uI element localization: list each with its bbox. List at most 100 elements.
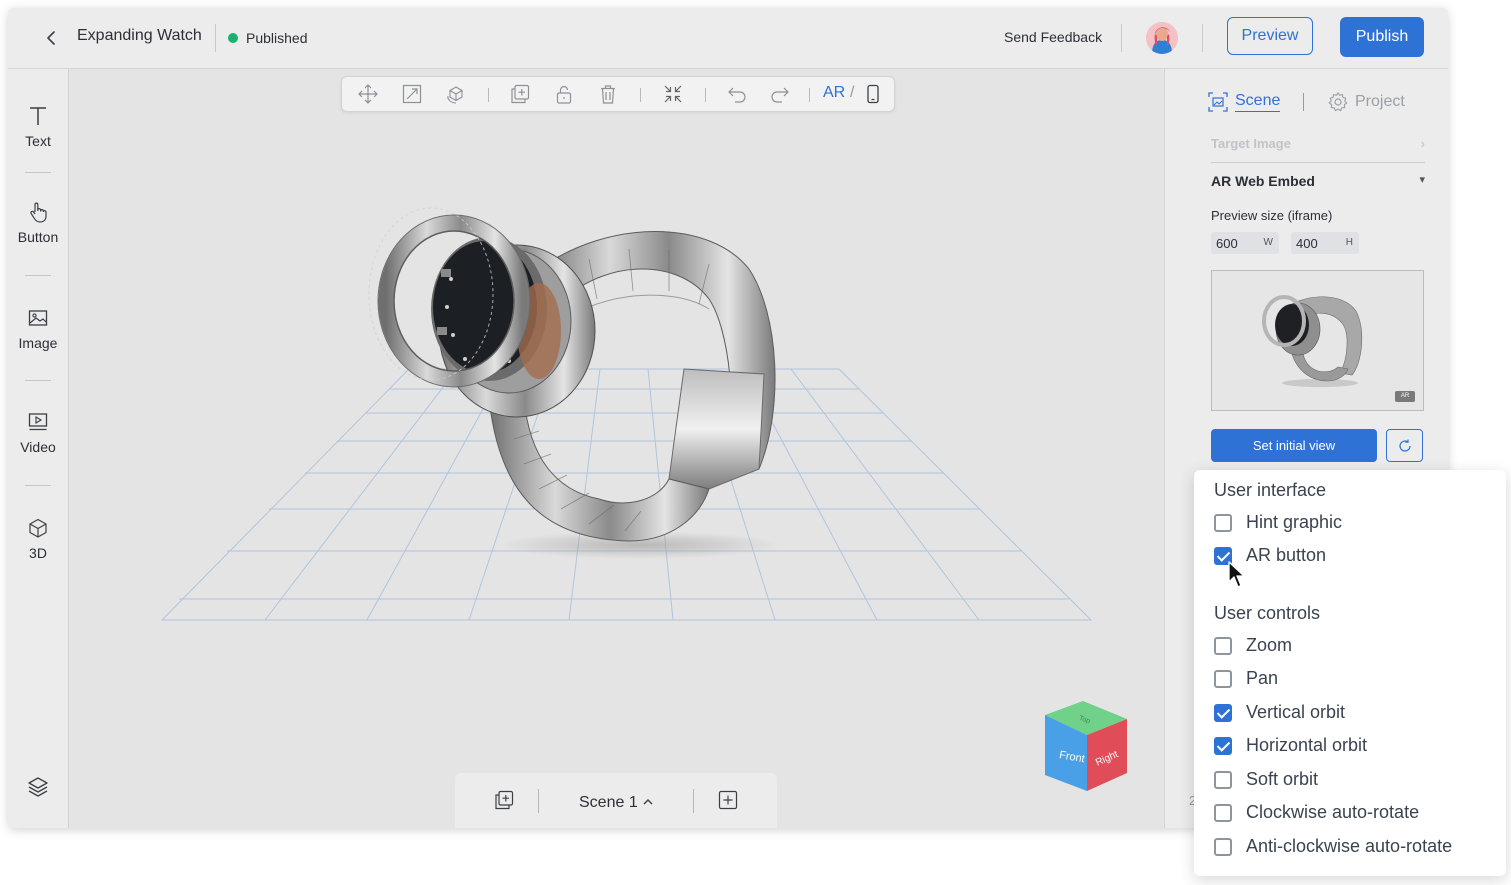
ar-web-embed-section[interactable]: AR Web Embed ▾	[1211, 173, 1425, 189]
scene-selector[interactable]: Scene 1	[579, 794, 638, 812]
duplicate-scene-icon[interactable]	[493, 789, 515, 811]
lock-icon[interactable]	[553, 83, 575, 105]
width-unit: W	[1263, 237, 1273, 248]
rail-divider	[25, 380, 51, 381]
option-label: Clockwise auto-rotate	[1246, 802, 1420, 822]
gear-icon	[1328, 92, 1348, 112]
tool-button[interactable]: Button	[8, 201, 68, 245]
pan-checkbox[interactable]	[1214, 669, 1232, 688]
cube-icon	[29, 518, 47, 538]
video-icon	[28, 413, 48, 431]
target-image-row[interactable]: Target Image ›	[1211, 136, 1425, 151]
phone-icon[interactable]	[862, 83, 884, 105]
tab-project-label: Project	[1355, 93, 1405, 110]
width-field[interactable]: W	[1211, 232, 1279, 254]
option-label: Zoom	[1246, 635, 1293, 655]
ground-grid	[160, 368, 1093, 621]
tool-rail: Text Button Image Video 3D	[8, 69, 69, 828]
chevron-right-icon: ›	[1420, 136, 1425, 151]
chevron-left-icon[interactable]	[42, 28, 62, 48]
panel-divider	[1211, 162, 1425, 163]
header-divider	[1202, 24, 1203, 52]
embed-preview-thumbnail: AR	[1211, 270, 1424, 411]
scenebar-divider	[538, 789, 539, 813]
mouse-cursor-icon	[1228, 561, 1245, 588]
option-label: Soft orbit	[1246, 769, 1319, 789]
tab-project[interactable]: Project	[1327, 91, 1405, 113]
scene-switcher: Scene 1	[455, 773, 777, 828]
target-image-label: Target Image	[1211, 136, 1291, 151]
publish-button[interactable]: Publish	[1340, 17, 1424, 57]
height-input[interactable]	[1296, 234, 1336, 252]
tool-3d[interactable]: 3D	[8, 517, 68, 561]
vertical-orbit-checkbox[interactable]	[1214, 703, 1232, 722]
tool-text[interactable]: Text	[8, 105, 68, 149]
image-icon	[28, 310, 48, 326]
anti-clockwise-auto-rotate-checkbox[interactable]	[1214, 837, 1232, 856]
tab-scene[interactable]: Scene	[1207, 91, 1281, 113]
hint-graphic-checkbox[interactable]	[1214, 513, 1232, 532]
project-title[interactable]: Expanding Watch	[77, 27, 202, 45]
viewer-options-card: User interface Hint graphic AR button Us…	[1194, 470, 1506, 876]
option-label: Horizontal orbit	[1246, 735, 1368, 755]
soft-orbit-checkbox[interactable]	[1214, 770, 1232, 789]
chevron-up-icon[interactable]	[642, 796, 654, 808]
undo-icon[interactable]	[726, 83, 748, 105]
tool-label: 3D	[29, 545, 47, 561]
scale-icon[interactable]	[401, 83, 423, 105]
option-clockwise-auto-rotate[interactable]: Clockwise auto-rotate	[1214, 802, 1419, 823]
preview-button[interactable]: Preview	[1227, 17, 1313, 55]
collapse-icon[interactable]	[662, 83, 684, 105]
toolbar-divider	[488, 88, 489, 102]
option-soft-orbit[interactable]: Soft orbit	[1214, 769, 1318, 790]
chevron-down-icon: ▾	[1419, 174, 1425, 186]
hand-pointer-icon	[30, 202, 47, 223]
top-header: Expanding Watch Published Send Feedback …	[8, 8, 1448, 69]
height-field[interactable]: H	[1291, 232, 1359, 254]
ar-badge: AR	[1395, 391, 1415, 402]
watch-model	[368, 207, 776, 542]
zoom-checkbox[interactable]	[1214, 636, 1232, 655]
option-vertical-orbit[interactable]: Vertical orbit	[1214, 702, 1345, 723]
reset-view-button[interactable]	[1386, 429, 1423, 462]
thumbnail-watch-image	[1262, 295, 1363, 387]
tab-divider	[1303, 93, 1304, 111]
view-cube[interactable]: Front Right Top	[1037, 701, 1127, 793]
duplicate-icon[interactable]	[509, 83, 531, 105]
transform-toolbar: AR /	[341, 76, 895, 112]
move-icon[interactable]	[357, 83, 379, 105]
mode-separator: /	[850, 84, 855, 101]
tool-label: Image	[18, 335, 58, 351]
horizontal-orbit-checkbox[interactable]	[1214, 736, 1232, 755]
option-label: Anti-clockwise auto-rotate	[1246, 836, 1453, 856]
width-input[interactable]	[1216, 234, 1256, 252]
rail-divider	[25, 485, 51, 486]
ar-web-embed-label: AR Web Embed	[1211, 173, 1315, 189]
tool-image[interactable]: Image	[8, 307, 68, 351]
send-feedback-link[interactable]: Send Feedback	[1004, 29, 1102, 45]
add-scene-icon[interactable]	[717, 789, 739, 811]
refresh-icon	[1398, 439, 1411, 452]
scene-icon	[1208, 92, 1228, 112]
text-icon	[30, 107, 46, 125]
rotate-icon[interactable]	[445, 83, 467, 105]
option-label: AR button	[1246, 545, 1327, 565]
rail-divider	[25, 275, 51, 276]
avatar[interactable]	[1146, 22, 1178, 54]
option-anti-clockwise-auto-rotate[interactable]: Anti-clockwise auto-rotate	[1214, 836, 1452, 857]
tool-label: Button	[17, 229, 59, 245]
set-initial-view-button[interactable]: Set initial view	[1211, 429, 1377, 462]
publish-status: Published	[246, 30, 308, 46]
tool-video[interactable]: Video	[8, 411, 68, 455]
layers-icon[interactable]	[26, 775, 50, 799]
option-hint-graphic[interactable]: Hint graphic	[1214, 512, 1342, 533]
option-pan[interactable]: Pan	[1214, 668, 1278, 689]
ar-mode-toggle[interactable]: AR	[823, 84, 845, 102]
trash-icon[interactable]	[597, 83, 619, 105]
header-divider	[215, 24, 216, 52]
clockwise-auto-rotate-checkbox[interactable]	[1214, 803, 1232, 822]
option-zoom[interactable]: Zoom	[1214, 635, 1292, 656]
scene-viewport[interactable]: AR / Front Right Top Scene 1	[69, 69, 1163, 828]
option-horizontal-orbit[interactable]: Horizontal orbit	[1214, 735, 1367, 756]
redo-icon[interactable]	[769, 83, 791, 105]
